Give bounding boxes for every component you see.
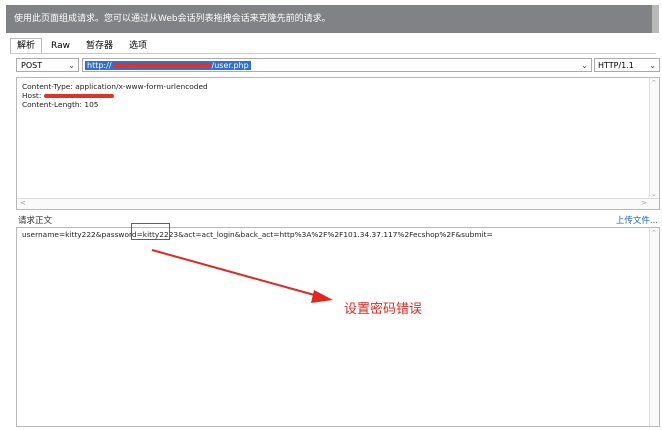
annotation-label: 设置密码错误 <box>344 302 423 317</box>
arrow-shaft <box>151 249 319 297</box>
annotation-arrow <box>151 249 333 303</box>
arrow-head <box>311 290 333 303</box>
